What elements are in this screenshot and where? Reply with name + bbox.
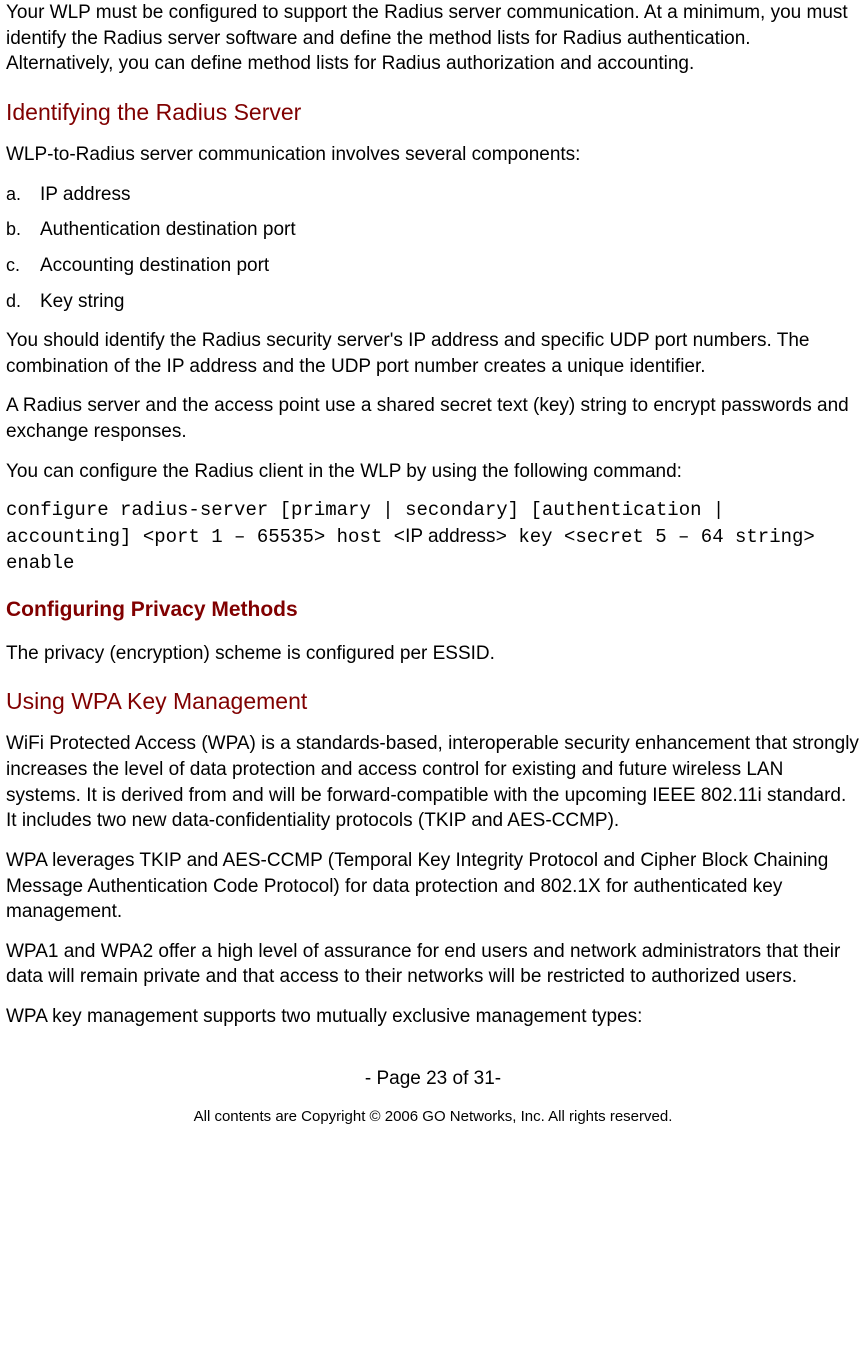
list-text: Authentication destination port — [40, 219, 296, 240]
copyright-notice: All contents are Copyright © 2006 GO Net… — [6, 1107, 860, 1127]
list-marker: b. — [6, 217, 21, 241]
list-text: Accounting destination port — [40, 255, 269, 276]
identify-p3: You can configure the Radius client in t… — [6, 459, 860, 485]
wpa-p1: WiFi Protected Access (WPA) is a standar… — [6, 731, 860, 834]
page-footer: - Page 23 of 31- All contents are Copyri… — [6, 1066, 860, 1128]
wpa-p2: WPA leverages TKIP and AES-CCMP (Tempora… — [6, 848, 860, 925]
list-item: d. Key string — [6, 289, 860, 315]
privacy-paragraph: The privacy (encryption) scheme is confi… — [6, 641, 860, 667]
wpa-p3: WPA1 and WPA2 offer a high level of assu… — [6, 939, 860, 990]
list-marker: d. — [6, 289, 21, 313]
cmd-ip: IP address — [405, 526, 495, 547]
identify-p2: A Radius server and the access point use… — [6, 393, 860, 444]
heading-privacy-methods: Configuring Privacy Methods — [6, 596, 860, 624]
list-marker: a. — [6, 182, 21, 206]
identify-intro: WLP-to-Radius server communication invol… — [6, 142, 860, 168]
list-item: c. Accounting destination port — [6, 253, 860, 279]
wpa-p4: WPA key management supports two mutually… — [6, 1004, 860, 1030]
list-text: Key string — [40, 291, 124, 312]
identify-p1: You should identify the Radius security … — [6, 328, 860, 379]
heading-wpa-key-management: Using WPA Key Management — [6, 686, 860, 717]
command-block: configure radius-server [primary | secon… — [6, 498, 860, 576]
list-text: IP address — [40, 184, 130, 205]
intro-paragraph: Your WLP must be configured to support t… — [6, 0, 860, 77]
list-item: a. IP address — [6, 182, 860, 208]
components-list: a. IP address b. Authentication destinat… — [6, 182, 860, 315]
list-item: b. Authentication destination port — [6, 217, 860, 243]
page-number: - Page 23 of 31- — [6, 1066, 860, 1092]
heading-identify-radius: Identifying the Radius Server — [6, 97, 860, 128]
list-marker: c. — [6, 253, 20, 277]
